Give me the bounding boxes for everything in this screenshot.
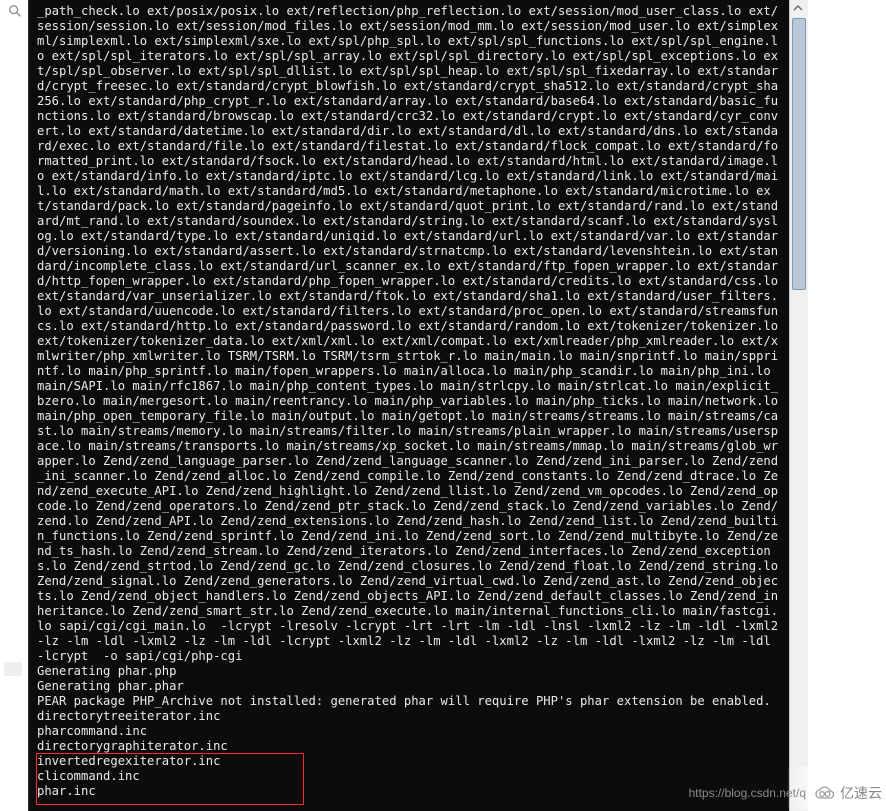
terminal-output: _path_check.lo ext/posix/posix.lo ext/re… <box>29 0 789 811</box>
search-icon[interactable] <box>8 4 22 18</box>
article-gutter <box>0 0 28 811</box>
scrollbar-thumb[interactable] <box>792 18 806 290</box>
watermark-brand: 亿速云 <box>840 783 882 803</box>
article-right-margin <box>808 0 886 811</box>
watermark-url: https://blog.csdn.net/q <box>689 786 806 800</box>
watermark: https://blog.csdn.net/q 亿速云 <box>689 783 882 803</box>
scroll-up-button[interactable] <box>790 0 806 16</box>
chevron-up-icon <box>793 3 803 13</box>
blog-article-section: _path_check.lo ext/posix/posix.lo ext/re… <box>0 0 886 811</box>
terminal-scrollbar[interactable] <box>789 0 809 811</box>
cloud-icon <box>814 784 836 802</box>
watermark-logo: 亿速云 <box>814 783 882 803</box>
gutter-marker <box>4 662 22 676</box>
terminal-screenshot: _path_check.lo ext/posix/posix.lo ext/re… <box>28 0 790 811</box>
